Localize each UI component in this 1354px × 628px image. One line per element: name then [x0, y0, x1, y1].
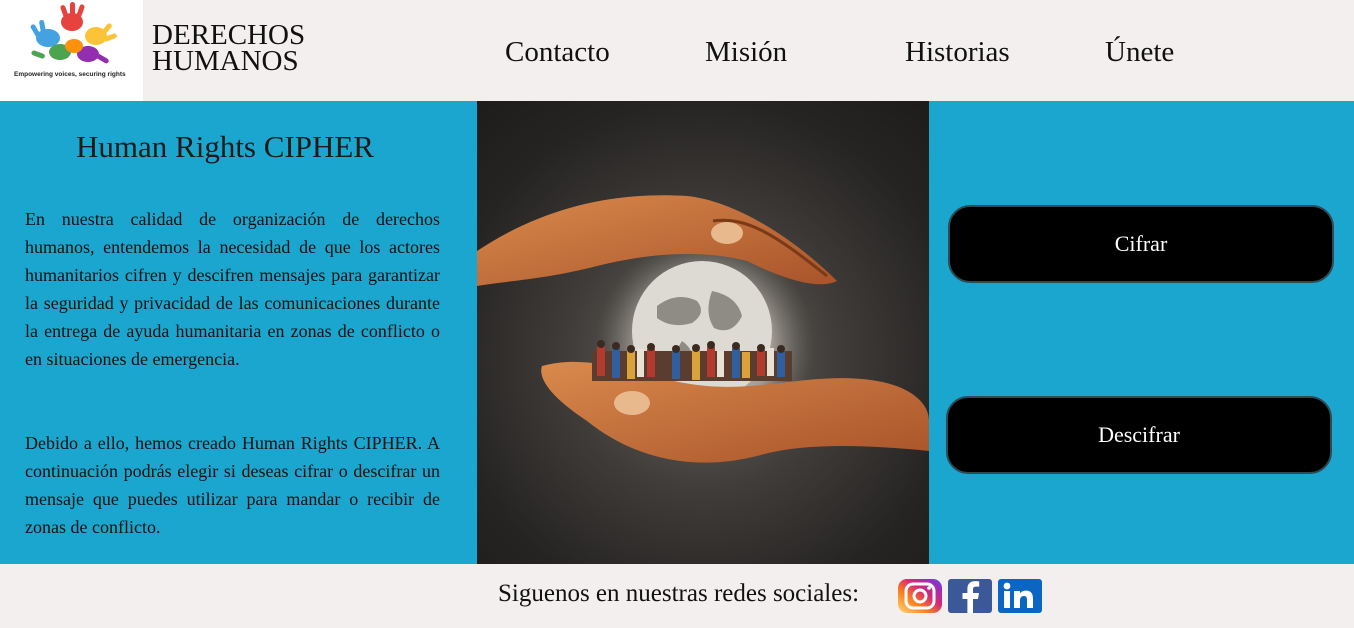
hands-holding-globe-illustration: [477, 195, 929, 463]
facebook-icon[interactable]: [947, 578, 993, 614]
site-header: Empowering voices, securing rights DEREC…: [0, 0, 1354, 101]
nav-contacto[interactable]: Contacto: [505, 36, 610, 69]
logo[interactable]: Empowering voices, securing rights: [0, 0, 143, 101]
nav-mision[interactable]: Misión: [705, 36, 787, 69]
brand-name[interactable]: DERECHOS HUMANOS: [152, 21, 305, 77]
encrypt-button[interactable]: Cifrar: [948, 205, 1334, 283]
linkedin-icon[interactable]: [997, 578, 1043, 614]
nav-historias[interactable]: Historias: [905, 36, 1010, 69]
intro-panel: Human Rights CIPHER En nuestra calidad d…: [0, 101, 477, 564]
intro-paragraph-1: En nuestra calidad de organización de de…: [25, 209, 440, 369]
hands-logo-icon: [30, 2, 117, 64]
hero-image: [477, 101, 929, 564]
decrypt-button[interactable]: Descifrar: [946, 396, 1332, 474]
instagram-icon[interactable]: [897, 578, 943, 614]
main-section: Human Rights CIPHER En nuestra calidad d…: [0, 101, 1354, 564]
logo-tagline: Empowering voices, securing rights: [14, 71, 126, 78]
page-title: Human Rights CIPHER: [76, 129, 374, 164]
site-footer: Siguenos en nuestras redes sociales:: [0, 564, 1354, 628]
nav-unete[interactable]: Únete: [1105, 36, 1174, 69]
social-text: Siguenos en nuestras redes sociales:: [498, 580, 860, 607]
intro-paragraph-2: Debido a ello, hemos creado Human Rights…: [25, 433, 440, 537]
brand-line-2: HUMANOS: [152, 45, 299, 77]
